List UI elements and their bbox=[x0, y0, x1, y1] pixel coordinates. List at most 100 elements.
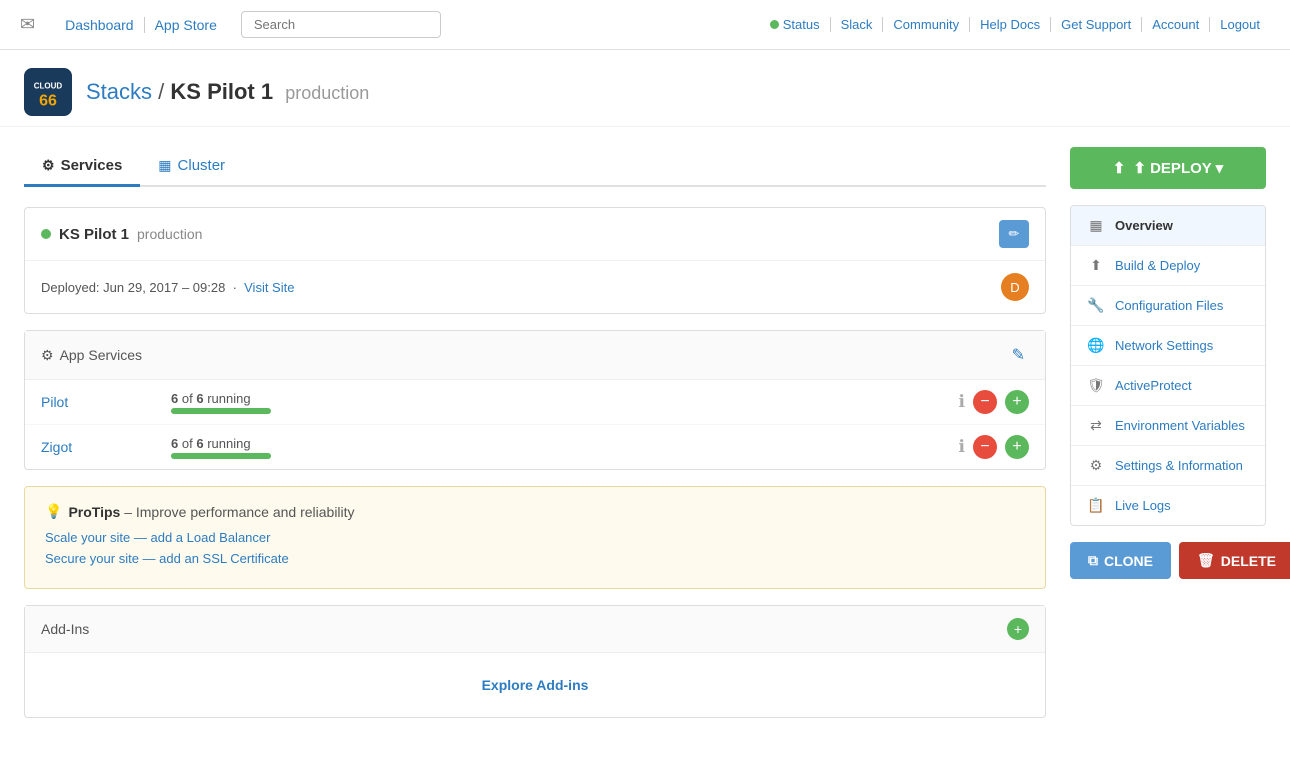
main-content: ⚙ Services ▦ Cluster KS Pilot 1 producti… bbox=[24, 147, 1046, 718]
sidebar-item-live-logs[interactable]: 📋 Live Logs bbox=[1071, 486, 1265, 525]
addins-header: Add-Ins + bbox=[25, 606, 1045, 653]
deploy-activity-button[interactable]: D bbox=[1001, 273, 1029, 301]
overview-icon: ▦ bbox=[1087, 217, 1105, 234]
zigot-scale-down[interactable]: − bbox=[973, 435, 997, 459]
sidebar-activeprotect-label[interactable]: ActiveProtect bbox=[1115, 378, 1192, 393]
nav-logout[interactable]: Logout bbox=[1210, 17, 1270, 32]
cluster-tab-icon: ▦ bbox=[158, 157, 171, 174]
stack-card-body: Deployed: Jun 29, 2017 – 09:28 · Visit S… bbox=[25, 260, 1045, 313]
tab-cluster[interactable]: ▦ Cluster bbox=[140, 147, 243, 187]
nav-appstore[interactable]: App Store bbox=[145, 17, 227, 33]
nav-search-wrapper bbox=[241, 11, 441, 38]
main-layout: ⚙ Services ▦ Cluster KS Pilot 1 producti… bbox=[0, 127, 1290, 738]
live-logs-icon: 📋 bbox=[1087, 497, 1105, 514]
activeprotect-icon: 🛡 bbox=[1087, 377, 1105, 394]
nav-slack[interactable]: Slack bbox=[831, 17, 884, 32]
sidebar-item-activeprotect[interactable]: 🛡 ActiveProtect bbox=[1071, 366, 1265, 406]
sidebar-item-build-deploy[interactable]: ⬆ Build & Deploy bbox=[1071, 246, 1265, 286]
zigot-link[interactable]: Zigot bbox=[41, 439, 72, 455]
nav-dashboard[interactable]: Dashboard bbox=[55, 17, 145, 33]
visit-site-link[interactable]: Visit Site bbox=[244, 280, 294, 295]
zigot-scale-up[interactable]: + bbox=[1005, 435, 1029, 459]
addins-title: Add-Ins bbox=[41, 621, 89, 637]
status-dot bbox=[770, 20, 779, 29]
zigot-info-icon[interactable]: ℹ bbox=[959, 437, 965, 457]
sidebar-config-files-label[interactable]: Configuration Files bbox=[1115, 298, 1223, 313]
page-header: CLOUD 66 Stacks / KS Pilot 1 production bbox=[0, 50, 1290, 127]
service-name-pilot: Pilot bbox=[41, 394, 171, 410]
sidebar-live-logs-label[interactable]: Live Logs bbox=[1115, 498, 1171, 513]
stack-card-header: KS Pilot 1 production ✏ bbox=[25, 208, 1045, 260]
delete-icon: 🗑 bbox=[1197, 552, 1215, 569]
app-services-card: ⚙ App Services ✎ Pilot 6 of 6 running bbox=[24, 330, 1046, 470]
breadcrumb-stacks[interactable]: Stacks bbox=[86, 79, 152, 104]
pilot-status-col: 6 of 6 running bbox=[171, 391, 271, 414]
deploy-button[interactable]: ⬆ ⬆ DEPLOY ▾ bbox=[1070, 147, 1266, 189]
sidebar-build-deploy-label[interactable]: Build & Deploy bbox=[1115, 258, 1200, 273]
breadcrumb: Stacks / KS Pilot 1 production bbox=[86, 79, 369, 105]
search-input[interactable] bbox=[241, 11, 441, 38]
stack-env-label: production bbox=[137, 226, 202, 242]
top-nav: ✉ Dashboard App Store Status Slack Commu… bbox=[0, 0, 1290, 50]
pilot-info-icon[interactable]: ℹ bbox=[959, 392, 965, 412]
addins-body: Explore Add-ins bbox=[25, 653, 1045, 717]
sidebar-item-env-vars[interactable]: ⇄ Environment Variables bbox=[1071, 406, 1265, 446]
service-name-zigot: Zigot bbox=[41, 439, 171, 455]
nav-status[interactable]: Status bbox=[760, 17, 831, 32]
services-title-label: App Services bbox=[60, 347, 142, 363]
settings-icon: ⚙ bbox=[1087, 457, 1105, 474]
sidebar-item-config-files[interactable]: 🔧 Configuration Files bbox=[1071, 286, 1265, 326]
deployed-date: Jun 29, 2017 – 09:28 bbox=[103, 280, 225, 295]
pilot-actions: ℹ − + bbox=[959, 390, 1029, 414]
nav-helpdocs[interactable]: Help Docs bbox=[970, 17, 1051, 32]
services-title: ⚙ App Services bbox=[41, 347, 142, 364]
pilot-progress-bar bbox=[171, 408, 271, 414]
nav-getsupport[interactable]: Get Support bbox=[1051, 17, 1142, 32]
clone-button[interactable]: ⧉ CLONE bbox=[1070, 542, 1171, 579]
mail-icon[interactable]: ✉ bbox=[20, 14, 35, 35]
pilot-scale-up[interactable]: + bbox=[1005, 390, 1029, 414]
stack-status-card: KS Pilot 1 production ✏ Deployed: Jun 29… bbox=[24, 207, 1046, 314]
breadcrumb-separator: / bbox=[158, 79, 170, 104]
sidebar-nav: ▦ Overview ⬆ Build & Deploy 🔧 Configurat… bbox=[1070, 205, 1266, 526]
service-row-pilot: Pilot 6 of 6 running ℹ − + bbox=[25, 380, 1045, 425]
tab-services[interactable]: ⚙ Services bbox=[24, 147, 140, 187]
pilot-scale-down[interactable]: − bbox=[973, 390, 997, 414]
sidebar-item-overview[interactable]: ▦ Overview bbox=[1071, 206, 1265, 246]
addins-card: Add-Ins + Explore Add-ins bbox=[24, 605, 1046, 718]
breadcrumb-env: production bbox=[285, 83, 369, 103]
clone-icon: ⧉ bbox=[1088, 552, 1098, 569]
sidebar: ⬆ ⬆ DEPLOY ▾ ▦ Overview ⬆ Build & Deploy… bbox=[1070, 147, 1266, 718]
sidebar-item-settings[interactable]: ⚙ Settings & Information bbox=[1071, 446, 1265, 486]
action-buttons: ⧉ CLONE 🗑 DELETE bbox=[1070, 542, 1266, 579]
services-gear-icon: ⚙ bbox=[41, 347, 54, 364]
delete-button[interactable]: 🗑 DELETE bbox=[1179, 542, 1290, 579]
delete-label: DELETE bbox=[1221, 553, 1276, 569]
env-vars-icon: ⇄ bbox=[1087, 417, 1105, 434]
edit-services-button[interactable]: ✎ bbox=[1008, 341, 1029, 369]
protips-link-ssl[interactable]: Secure your site — add an SSL Certificat… bbox=[45, 551, 1025, 566]
sidebar-item-network[interactable]: 🌐 Network Settings bbox=[1071, 326, 1265, 366]
addins-add-button[interactable]: + bbox=[1007, 618, 1029, 640]
deploy-up-icon: ⬆ bbox=[1113, 159, 1126, 177]
breadcrumb-stack-name: KS Pilot 1 bbox=[170, 79, 273, 104]
sidebar-settings-label[interactable]: Settings & Information bbox=[1115, 458, 1243, 473]
config-files-icon: 🔧 bbox=[1087, 297, 1105, 314]
build-deploy-icon: ⬆ bbox=[1087, 257, 1105, 274]
nav-links: Dashboard App Store bbox=[55, 17, 227, 33]
pilot-link[interactable]: Pilot bbox=[41, 394, 68, 410]
network-icon: 🌐 bbox=[1087, 337, 1105, 354]
sidebar-network-label[interactable]: Network Settings bbox=[1115, 338, 1213, 353]
tab-services-label: Services bbox=[61, 157, 123, 174]
explore-addins-link[interactable]: Explore Add-ins bbox=[482, 677, 589, 693]
service-row-zigot: Zigot 6 of 6 running ℹ − + bbox=[25, 425, 1045, 469]
deploy-label: ⬆ DEPLOY ▾ bbox=[1133, 159, 1223, 177]
sidebar-env-vars-label[interactable]: Environment Variables bbox=[1115, 418, 1245, 433]
nav-community[interactable]: Community bbox=[883, 17, 970, 32]
zigot-status-col: 6 of 6 running bbox=[171, 436, 271, 459]
edit-stack-button[interactable]: ✏ bbox=[999, 220, 1029, 248]
pilot-running-text: 6 of 6 running bbox=[171, 391, 271, 406]
nav-account[interactable]: Account bbox=[1142, 17, 1210, 32]
protips-link-loadbalancer[interactable]: Scale your site — add a Load Balancer bbox=[45, 530, 1025, 545]
protips-title: 💡 ProTips – Improve performance and reli… bbox=[45, 503, 1025, 520]
